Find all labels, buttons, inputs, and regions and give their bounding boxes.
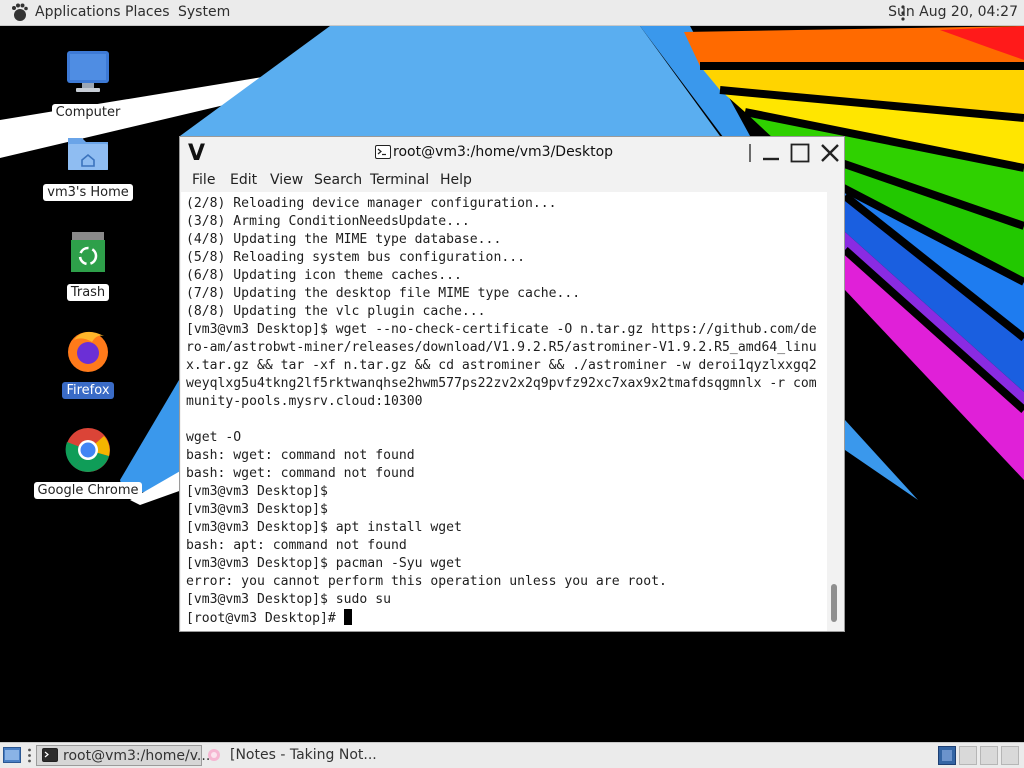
menu-edit[interactable]: Edit: [230, 172, 257, 188]
desktop-icon-label: vm3's Home: [43, 184, 133, 201]
workspace-1[interactable]: [938, 746, 956, 765]
menu-terminal[interactable]: Terminal: [370, 172, 429, 188]
task-notes[interactable]: [Notes - Taking Not...: [204, 745, 404, 766]
trash-icon: [71, 232, 105, 272]
workspace-2[interactable]: [959, 746, 977, 765]
terminal-line: [vm3@vm3 Desktop]$: [186, 484, 328, 499]
workspace-4[interactable]: [1001, 746, 1019, 765]
menu-system[interactable]: System: [178, 4, 230, 20]
terminal-line: (5/8) Reloading system bus configuration…: [186, 250, 525, 265]
scrollbar-thumb[interactable]: [831, 584, 837, 622]
terminal-line: (2/8) Reloading device manager configura…: [186, 196, 557, 211]
text-cursor: [343, 609, 352, 625]
terminal-line: (4/8) Updating the MIME type database...: [186, 232, 502, 247]
menu-file[interactable]: File: [192, 172, 215, 188]
desktop-icon-label: Firefox: [62, 382, 114, 399]
task-label: [Notes - Taking Not...: [230, 747, 377, 763]
terminal-output[interactable]: (2/8) Reloading device manager configura…: [181, 192, 827, 631]
terminal-line: [vm3@vm3 Desktop]$ sudo su: [186, 592, 391, 607]
terminal-icon: [42, 748, 58, 762]
terminal-line: weyqlxg5u4tkng2lf5rktwanqhse2hwm577ps22z…: [186, 376, 817, 391]
gnome-foot-icon[interactable]: [9, 2, 29, 22]
desktop-icon-computer[interactable]: Computer: [33, 48, 143, 121]
window-logo-icon: V: [188, 141, 206, 166]
taskbar-handle-icon[interactable]: [27, 748, 32, 763]
minimize-icon[interactable]: [759, 141, 783, 165]
terminal-prompt: [root@vm3 Desktop]#: [186, 609, 817, 628]
firefox-icon: [68, 331, 108, 372]
desktop-icon-home[interactable]: vm3's Home: [33, 128, 143, 201]
terminal-text: (2/8) Reloading device manager configura…: [186, 195, 817, 628]
desktop-icon-firefox[interactable]: Firefox: [33, 326, 143, 399]
terminal-line: (7/8) Updating the desktop file MIME typ…: [186, 286, 581, 301]
desktop-icon-label: Trash: [66, 284, 110, 301]
menu-applications[interactable]: Applications: [35, 4, 121, 20]
title-bar[interactable]: V root@vm3:/home/vm3/Desktop: [180, 137, 844, 169]
maximize-icon[interactable]: [788, 141, 812, 165]
desktop-icon-label: Computer: [51, 104, 125, 121]
prompt-text: [root@vm3 Desktop]#: [186, 611, 344, 626]
terminal-window[interactable]: V root@vm3:/home/vm3/Desktop File Edit V…: [179, 136, 845, 632]
terminal-line: [vm3@vm3 Desktop]$: [186, 502, 328, 517]
terminal-line: bash: wget: command not found: [186, 466, 415, 481]
top-panel: Applications Places System Sun Aug 20, 0…: [0, 0, 1024, 26]
clock[interactable]: Sun Aug 20, 04:27: [888, 4, 1018, 20]
bottom-taskbar: root@vm3:/home/v... [Notes - Taking Not.…: [0, 742, 1024, 768]
workspace-3[interactable]: [980, 746, 998, 765]
scrollbar[interactable]: [828, 192, 842, 631]
terminal-line: ro-am/astrobwt-miner/releases/download/V…: [186, 340, 817, 355]
terminal-line: (3/8) Arming ConditionNeedsUpdate...: [186, 214, 470, 229]
terminal-line: error: you cannot perform this operation…: [186, 574, 667, 589]
terminal-line: (8/8) Updating the vlc plugin cache...: [186, 304, 486, 319]
desktop-icon-trash[interactable]: Trash: [33, 228, 143, 301]
terminal-icon: [375, 145, 391, 159]
close-icon[interactable]: [818, 141, 842, 165]
show-desktop-icon[interactable]: [3, 747, 21, 763]
window-title: root@vm3:/home/vm3/Desktop: [393, 144, 614, 160]
menu-help[interactable]: Help: [440, 172, 472, 188]
terminal-line: x.tar.gz && tar -xf n.tar.gz && cd astro…: [186, 358, 817, 373]
menu-places[interactable]: Places: [125, 4, 170, 20]
menu-search[interactable]: Search: [314, 172, 362, 188]
terminal-line: (6/8) Updating icon theme caches...: [186, 268, 462, 283]
chrome-icon: [65, 428, 110, 472]
desktop-icon-label: Google Chrome: [33, 482, 143, 499]
notes-icon: [208, 749, 220, 761]
terminal-line: [vm3@vm3 Desktop]$ pacman -Syu wget: [186, 556, 462, 571]
terminal-line: [vm3@vm3 Desktop]$ apt install wget: [186, 520, 462, 535]
home-folder-icon: [68, 138, 108, 170]
terminal-line: [vm3@vm3 Desktop]$ wget --no-check-certi…: [186, 322, 817, 337]
terminal-line: munity-pools.mysrv.cloud:10300: [186, 394, 423, 409]
menu-bar: File Edit View Search Terminal Help: [180, 169, 844, 191]
terminal-line: wget -O: [186, 430, 242, 445]
computer-icon: [67, 51, 109, 92]
task-label: root@vm3:/home/v...: [63, 748, 211, 764]
terminal-line: bash: wget: command not found: [186, 448, 415, 463]
terminal-line: bash: apt: command not found: [186, 538, 407, 553]
task-terminal[interactable]: root@vm3:/home/v...: [36, 745, 210, 766]
desktop-icon-chrome[interactable]: Google Chrome: [33, 426, 143, 499]
menu-view[interactable]: View: [270, 172, 303, 188]
